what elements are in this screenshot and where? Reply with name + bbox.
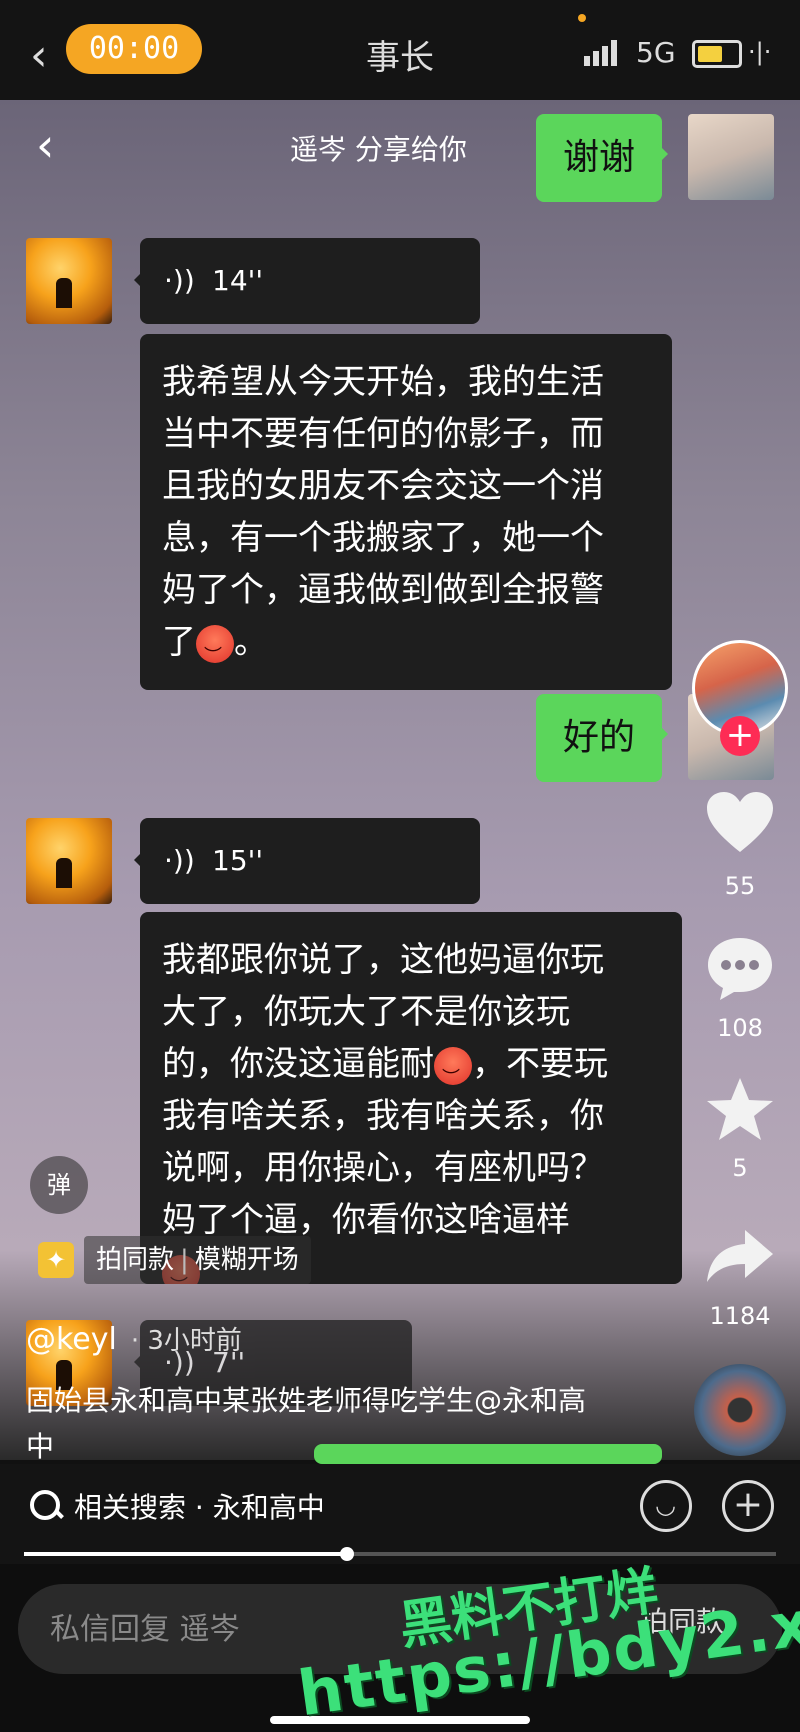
status-title: 事长: [366, 38, 434, 78]
voice-message[interactable]: ·)) 14'': [134, 238, 480, 324]
message-line: 当中不要有任何的你影子，而: [162, 414, 604, 454]
comment-count: 108: [717, 1014, 763, 1042]
voice-wave-icon: ·)): [164, 844, 195, 877]
incoming-message: 我都跟你说了，这他妈逼你玩 大了，你玩大了不是你该玩 的，你没这逼能耐，不要玩 …: [140, 912, 682, 1284]
voice-message[interactable]: ·)) 15'': [134, 818, 480, 904]
star-icon: [707, 1078, 773, 1140]
message-line: 息，有一个我搬家了，她一个: [162, 518, 604, 558]
related-search-bar[interactable]: 相关搜索 · 永和高中 +: [0, 1464, 800, 1564]
contact-avatar: [26, 818, 112, 904]
favorite-button[interactable]: [700, 1076, 780, 1146]
outgoing-message: 好的: [536, 694, 668, 782]
message-line: 了: [162, 622, 196, 662]
search-icon: [30, 1490, 60, 1520]
danmaku-toggle-button[interactable]: 弹: [30, 1156, 88, 1214]
author-row: @keyl · 3小时前: [26, 1320, 242, 1357]
template-chip[interactable]: 拍同款 | 模糊开场: [84, 1236, 311, 1284]
status-dots-icon: ·|·: [748, 38, 772, 66]
post-time: · 3小时前: [130, 1326, 242, 1356]
status-bar: ‹ 00:00 事长 5G ·|·: [0, 0, 800, 100]
music-disc-icon[interactable]: [694, 1364, 786, 1456]
message-line: 且我的女朋友不会交这一个消: [162, 466, 604, 506]
message-line: 妈了个，逼我做到做到全报警: [162, 570, 604, 610]
related-search-text[interactable]: 相关搜索 · 永和高中: [74, 1486, 325, 1526]
voice-wave-icon: ·)): [164, 264, 195, 297]
message-text: 谢谢: [562, 137, 635, 178]
message-line: 的，你没这逼能耐: [162, 1044, 434, 1084]
post-caption[interactable]: 固始县永和高中某张姓老师得吃学生@永和高中: [26, 1378, 586, 1470]
outgoing-message: 谢谢: [536, 114, 668, 202]
message-line: 我都跟你说了，这他妈逼你玩: [162, 940, 604, 980]
blur-intro-label: 模糊开场: [194, 1245, 299, 1275]
message-text: 好的: [562, 717, 635, 758]
heart-icon: [707, 792, 773, 852]
like-button[interactable]: [700, 790, 780, 858]
message-line: 大了，你玩大了不是你该玩: [162, 992, 570, 1032]
angry-emoji-icon: [196, 624, 234, 683]
favorite-count: 5: [732, 1154, 748, 1182]
add-circle-icon[interactable]: +: [722, 1480, 774, 1532]
like-count: 55: [724, 872, 756, 900]
incoming-message: 我希望从今天开始，我的生活 当中不要有任何的你影子，而 且我的女朋友不会交这一个…: [140, 334, 672, 690]
video-progress-fill: [24, 1552, 348, 1556]
comment-icon: [708, 938, 772, 1000]
signal-icon: [584, 40, 617, 66]
author-handle[interactable]: @keyl: [26, 1322, 117, 1357]
privacy-indicator-icon: [578, 14, 586, 22]
message-line: 我有啥关系，我有啥关系，你: [162, 1096, 604, 1136]
comment-button[interactable]: [700, 934, 780, 1008]
network-label: 5G: [636, 36, 676, 69]
sparkle-icon[interactable]: ✦: [38, 1242, 74, 1278]
emoji-icon[interactable]: [640, 1480, 692, 1532]
video-progress-bar[interactable]: [24, 1547, 776, 1561]
battery-icon: [692, 40, 742, 68]
message-line: 说啊，用你操心，有座机吗？: [162, 1148, 604, 1188]
voice-duration: 15'': [212, 844, 264, 877]
contact-avatar: [26, 238, 112, 324]
message-line: 。: [234, 622, 268, 662]
screen: ‹ 00:00 事长 5G ·|· ‹ 遥岑 分享给你 谢谢 ·)) 14'' …: [0, 0, 800, 1732]
share-button[interactable]: [700, 1226, 780, 1290]
follow-plus-icon[interactable]: +: [720, 716, 760, 756]
voice-duration: 14'': [212, 264, 264, 297]
chat-back-icon[interactable]: ‹: [36, 118, 54, 172]
chat-header: 遥岑 分享给你: [290, 133, 467, 166]
self-avatar: [688, 114, 774, 200]
message-line: 我希望从今天开始，我的生活: [162, 362, 604, 402]
share-count: 1184: [709, 1302, 771, 1330]
share-arrow-icon: [707, 1230, 773, 1282]
shoot-same-label: 拍同款: [96, 1245, 175, 1275]
message-line: ，不要玩: [472, 1044, 608, 1084]
angry-emoji-icon: [434, 1046, 472, 1105]
